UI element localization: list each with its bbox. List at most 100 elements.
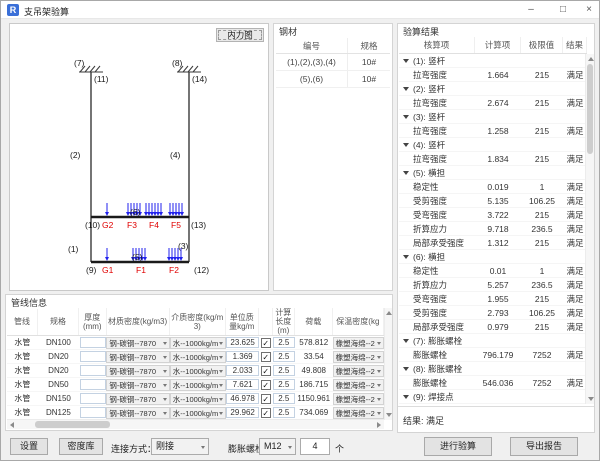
calc-length-input[interactable]: 2.5 bbox=[273, 365, 295, 376]
chevron-down-icon bbox=[219, 356, 223, 359]
results-scrollbar[interactable] bbox=[585, 54, 594, 404]
collapse-icon[interactable] bbox=[403, 255, 409, 259]
results-group-row[interactable]: (7): 膨胀螺栓 bbox=[399, 334, 587, 348]
material-density-select[interactable]: 钢-碳钢--7870 bbox=[106, 379, 169, 391]
results-group-row[interactable]: (6): 横担 bbox=[399, 250, 587, 264]
medium-density-select[interactable]: 水--1000kg/m bbox=[170, 379, 227, 391]
thickness-input[interactable] bbox=[80, 379, 106, 390]
run-verification-button[interactable]: 进行验算 bbox=[424, 437, 492, 456]
unit-mass-input[interactable]: 2.033 bbox=[226, 365, 259, 376]
selected-value: 水--1000kg/m bbox=[173, 339, 218, 348]
diagram-label: (2) bbox=[70, 150, 80, 160]
result-value: 满足 bbox=[563, 68, 587, 81]
scroll-up-icon[interactable] bbox=[386, 311, 392, 315]
collapse-icon[interactable] bbox=[403, 143, 409, 147]
pipes-table: 管线规格厚度(mm)材质密度(kg/m3)介质密度(kg/m3)单位质量kg/m… bbox=[7, 308, 384, 420]
pipe-load: 734.069 bbox=[299, 408, 328, 417]
scroll-down-icon[interactable] bbox=[588, 397, 594, 401]
results-group-row[interactable]: (2): 竖杆 bbox=[399, 82, 587, 96]
bolt-size-select[interactable]: M12 bbox=[259, 438, 296, 455]
collapse-icon[interactable] bbox=[403, 87, 409, 91]
medium-density-select[interactable]: 水--1000kg/m bbox=[170, 351, 227, 363]
calc-length-input[interactable]: 2.5 bbox=[273, 393, 295, 404]
calc-length-input[interactable]: 2.5 bbox=[273, 337, 295, 348]
calc-length-input[interactable]: 2.5 bbox=[273, 351, 295, 362]
maximize-button[interactable]: □ bbox=[549, 1, 577, 19]
unit-mass-input[interactable]: 46.978 bbox=[226, 393, 259, 404]
connection-type-select[interactable]: 刚接 bbox=[151, 438, 209, 455]
unit-mass-checkbox[interactable]: ✓ bbox=[261, 380, 271, 390]
unit-mass-checkbox[interactable]: ✓ bbox=[261, 352, 271, 362]
chevron-down-icon bbox=[377, 370, 381, 373]
export-report-button[interactable]: 导出报告 bbox=[510, 437, 578, 456]
pipes-vscrollbar[interactable] bbox=[384, 308, 392, 420]
steel-spec: 10# bbox=[348, 54, 390, 70]
pipes-hscrollbar[interactable] bbox=[7, 419, 384, 429]
minimize-button[interactable]: – bbox=[517, 1, 545, 19]
thickness-input[interactable] bbox=[80, 337, 106, 348]
scroll-right-icon[interactable] bbox=[377, 422, 381, 428]
calc-length-input[interactable]: 2.5 bbox=[273, 407, 295, 418]
insulation-density-select[interactable]: 橡塑海绵--2 bbox=[333, 407, 384, 419]
results-group-row[interactable]: (4): 竖杆 bbox=[399, 138, 587, 152]
unit-mass-input[interactable]: 1.369 bbox=[226, 351, 259, 362]
collapse-icon[interactable] bbox=[403, 115, 409, 119]
material-density-select[interactable]: 钢-碳钢--7870 bbox=[106, 351, 169, 363]
bolt-count-input[interactable]: 4 bbox=[300, 438, 330, 455]
material-density-select[interactable]: 钢-碳钢--7870 bbox=[106, 365, 169, 377]
settings-button[interactable]: 设置 bbox=[10, 438, 48, 455]
results-group-row[interactable]: (5): 横担 bbox=[399, 166, 587, 180]
scroll-thumb[interactable] bbox=[35, 421, 110, 428]
insulation-density-select[interactable]: 橡塑海绵--2 bbox=[333, 351, 384, 363]
unit-mass-input[interactable]: 29.962 bbox=[226, 407, 259, 418]
unit-mass-checkbox[interactable]: ✓ bbox=[261, 366, 271, 376]
unit-mass-checkbox[interactable]: ✓ bbox=[261, 408, 271, 418]
unit-mass-checkbox[interactable]: ✓ bbox=[261, 338, 271, 348]
calc-value: 2.674 bbox=[475, 96, 521, 109]
limit-value: 215 bbox=[521, 68, 563, 81]
unit-mass-checkbox[interactable]: ✓ bbox=[261, 394, 271, 404]
scroll-thumb[interactable] bbox=[587, 64, 593, 154]
density-library-button[interactable]: 密度库 bbox=[59, 438, 103, 455]
results-group-row[interactable]: (1): 竖杆 bbox=[399, 54, 587, 68]
calc-value: 796.179 bbox=[475, 348, 521, 361]
medium-density-select[interactable]: 水--1000kg/m bbox=[170, 337, 227, 349]
scroll-left-icon[interactable] bbox=[10, 422, 14, 428]
collapse-icon[interactable] bbox=[403, 395, 409, 399]
insulation-density-select[interactable]: 橡塑海绵--2 bbox=[333, 365, 384, 377]
collapse-icon[interactable] bbox=[403, 339, 409, 343]
collapse-icon[interactable] bbox=[403, 367, 409, 371]
result-value: 满足 bbox=[563, 208, 587, 221]
thickness-input[interactable] bbox=[80, 393, 106, 404]
selected-value: 橡塑海绵--2 bbox=[336, 367, 375, 376]
insulation-density-select[interactable]: 橡塑海绵--2 bbox=[333, 379, 384, 391]
thickness-input[interactable] bbox=[80, 365, 106, 376]
thickness-input[interactable] bbox=[80, 351, 106, 362]
insulation-density-select[interactable]: 橡塑海绵--2 bbox=[333, 337, 384, 349]
collapse-icon[interactable] bbox=[403, 171, 409, 175]
medium-density-select[interactable]: 水--1000kg/m bbox=[170, 407, 227, 419]
close-button[interactable]: × bbox=[577, 1, 600, 19]
results-item-row: 膨胀螺栓796.1797252满足 bbox=[399, 348, 587, 362]
scroll-down-icon[interactable] bbox=[386, 413, 392, 417]
calc-length-input[interactable]: 2.5 bbox=[273, 379, 295, 390]
material-density-select[interactable]: 钢-碳钢--7870 bbox=[106, 407, 169, 419]
result-value: 满足 bbox=[563, 152, 587, 165]
material-density-select[interactable]: 钢-碳钢--7870 bbox=[106, 337, 169, 349]
results-group-row[interactable]: (9): 焊接点 bbox=[399, 390, 587, 404]
thickness-input[interactable] bbox=[80, 407, 106, 418]
connection-type-label: 连接方式： bbox=[111, 442, 156, 455]
medium-density-select[interactable]: 水--1000kg/m bbox=[170, 365, 227, 377]
medium-density-select[interactable]: 水--1000kg/m bbox=[170, 393, 227, 405]
results-group-row[interactable]: (3): 竖杆 bbox=[399, 110, 587, 124]
collapse-icon[interactable] bbox=[403, 59, 409, 63]
unit-mass-input[interactable]: 23.625 bbox=[226, 337, 259, 348]
material-density-select[interactable]: 钢-碳钢--7870 bbox=[106, 393, 169, 405]
results-group-row[interactable]: (8): 膨胀螺栓 bbox=[399, 362, 587, 376]
scroll-up-icon[interactable] bbox=[588, 57, 594, 61]
limit-value: 215 bbox=[521, 124, 563, 137]
internal-force-button[interactable]: 内力图 bbox=[216, 28, 264, 42]
insulation-density-select[interactable]: 橡塑海绵--2 bbox=[333, 393, 384, 405]
unit-mass-input[interactable]: 7.621 bbox=[226, 379, 259, 390]
check-item: 受弯强度 bbox=[399, 292, 475, 305]
